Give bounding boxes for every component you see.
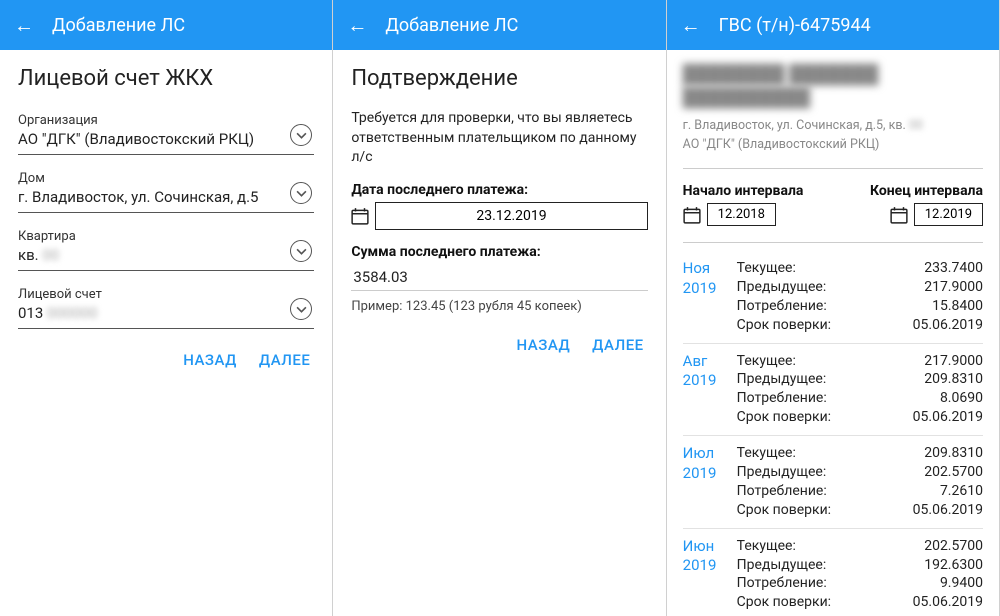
house-value: г. Владивосток, ул. Сочинская, д.5 <box>18 188 314 206</box>
address-line: г. Владивосток, ул. Сочинская, д.5, кв. … <box>683 118 983 133</box>
header-block: ████████ ███████ ██████████ г. Владивост… <box>683 64 983 160</box>
apartment-value: кв. 00 <box>18 246 314 264</box>
org-field[interactable]: Организация АО "ДГК" (Владивостокский РК… <box>18 109 314 155</box>
interval-start: Начало интервала 12.2018 <box>683 183 827 226</box>
reading-body: Текущее:202.5700Предыдущее:192.6300Потре… <box>737 537 983 613</box>
org-label: Организация <box>18 113 314 128</box>
content: ████████ ███████ ██████████ г. Владивост… <box>667 50 999 616</box>
interval-start-label: Начало интервала <box>683 183 827 199</box>
appbar: ← Добавление ЛС <box>333 0 665 50</box>
reading-row[interactable]: Ноя2019Текущее:233.7400Предыдущее:217.90… <box>683 251 983 344</box>
last-pay-date-row: 23.12.2019 <box>351 202 647 230</box>
reading-row[interactable]: Авг2019Текущее:217.9000Предыдущее:209.83… <box>683 344 983 437</box>
readings-list: Ноя2019Текущее:233.7400Предыдущее:217.90… <box>683 251 983 616</box>
content: Лицевой счет ЖКХ Организация АО "ДГК" (В… <box>0 50 332 616</box>
interval-end-input[interactable]: 12.2019 <box>914 203 983 226</box>
nav-buttons: НАЗАД ДАЛЕЕ <box>351 326 647 364</box>
house-field[interactable]: Дом г. Владивосток, ул. Сочинская, д.5 <box>18 167 314 213</box>
calendar-icon[interactable] <box>683 206 701 224</box>
apartment-field[interactable]: Квартира кв. 00 <box>18 225 314 271</box>
calendar-icon[interactable] <box>351 207 369 225</box>
last-pay-sum-label: Сумма последнего платежа: <box>351 244 647 260</box>
house-label: Дом <box>18 171 314 186</box>
reading-month: Июл2019 <box>683 444 737 520</box>
appbar-title: Добавление ЛС <box>385 15 518 36</box>
sum-hint: Пример: 123.45 (123 рубля 45 копеек) <box>351 299 647 314</box>
reading-month: Авг2019 <box>683 352 737 428</box>
page-title: Лицевой счет ЖКХ <box>18 66 314 91</box>
reading-month: Ноя2019 <box>683 259 737 335</box>
panel-meter-detail: ← ГВС (т/н)-6475944 ████████ ███████ ███… <box>667 0 1000 616</box>
back-button[interactable]: НАЗАД <box>517 336 571 354</box>
apartment-label: Квартира <box>18 229 314 244</box>
interval-end-label: Конец интервала <box>839 183 983 199</box>
org-line: АО "ДГК" (Владивостокский РКЦ) <box>683 137 983 152</box>
last-pay-sum-input[interactable]: 3584.03 <box>351 264 647 291</box>
reading-month: Июн2019 <box>683 537 737 613</box>
account-label: Лицевой счет <box>18 287 314 302</box>
org-value: АО "ДГК" (Владивостокский РКЦ) <box>18 130 314 148</box>
divider <box>683 168 983 169</box>
back-button[interactable]: НАЗАД <box>183 351 237 369</box>
panel-add-account: ← Добавление ЛС Лицевой счет ЖКХ Организ… <box>0 0 333 616</box>
reading-body: Текущее:209.8310Предыдущее:202.5700Потре… <box>737 444 983 520</box>
confirmation-desc: Требуется для проверки, что вы являетесь… <box>351 109 647 168</box>
back-icon[interactable]: ← <box>347 13 367 38</box>
owner-name: ████████ ███████ <box>683 64 983 85</box>
account-value: 013 000000 <box>18 304 314 322</box>
interval-start-input[interactable]: 12.2018 <box>707 203 776 226</box>
interval-row: Начало интервала 12.2018 Конец интервала… <box>683 177 983 234</box>
panel-confirmation: ← Добавление ЛС Подтверждение Требуется … <box>333 0 666 616</box>
back-icon[interactable]: ← <box>14 13 34 38</box>
calendar-icon[interactable] <box>890 206 908 224</box>
reading-body: Текущее:217.9000Предыдущее:209.8310Потре… <box>737 352 983 428</box>
next-button[interactable]: ДАЛЕЕ <box>592 336 643 354</box>
content: Подтверждение Требуется для проверки, чт… <box>333 50 665 616</box>
account-field[interactable]: Лицевой счет 013 000000 <box>18 283 314 329</box>
divider <box>683 242 983 243</box>
back-icon[interactable]: ← <box>681 13 701 38</box>
owner-name-2: ██████████ <box>683 87 983 108</box>
reading-body: Текущее:233.7400Предыдущее:217.9000Потре… <box>737 259 983 335</box>
last-pay-date-input[interactable]: 23.12.2019 <box>375 202 647 230</box>
next-button[interactable]: ДАЛЕЕ <box>259 351 310 369</box>
nav-buttons: НАЗАД ДАЛЕЕ <box>18 341 314 379</box>
appbar-title: ГВС (т/н)-6475944 <box>719 15 871 36</box>
interval-end: Конец интервала 12.2019 <box>839 183 983 226</box>
page-title: Подтверждение <box>351 66 647 91</box>
appbar: ← ГВС (т/н)-6475944 <box>667 0 999 50</box>
reading-row[interactable]: Июл2019Текущее:209.8310Предыдущее:202.57… <box>683 436 983 529</box>
last-pay-date-label: Дата последнего платежа: <box>351 182 647 198</box>
appbar: ← Добавление ЛС <box>0 0 332 50</box>
appbar-title: Добавление ЛС <box>52 15 185 36</box>
reading-row[interactable]: Июн2019Текущее:202.5700Предыдущее:192.63… <box>683 529 983 616</box>
